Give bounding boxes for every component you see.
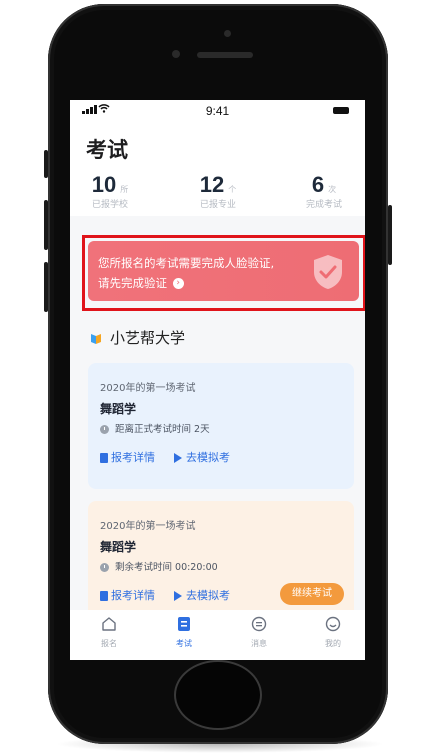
stat-label: 已报学校 [91, 200, 128, 210]
exam-subject: 舞蹈学 [100, 540, 137, 554]
phone-camera [172, 50, 180, 58]
tab-profile[interactable]: 我的 [308, 616, 358, 649]
exam-details-link[interactable]: 报考详情 [100, 449, 155, 465]
tab-exam[interactable]: 考试 [159, 616, 209, 649]
phone-volume-up [44, 200, 48, 250]
exam-time-text: 距离正式考试时间 2天 [115, 424, 210, 435]
alert-line1: 您所报名的考试需要完成人脸验证, [98, 256, 275, 270]
phone-home-button[interactable] [174, 660, 262, 730]
stat-majors[interactable]: 12 个 已报专业 [178, 172, 258, 210]
exam-icon [178, 617, 190, 631]
play-icon [174, 453, 182, 463]
phone-speaker [197, 52, 253, 58]
stat-unit: 次 [328, 185, 337, 194]
tab-bar: 报名 考试 消息 我的 [70, 610, 365, 660]
shield-check-icon [314, 255, 342, 289]
tab-label: 考试 [176, 639, 192, 648]
tab-messages[interactable]: 消息 [234, 616, 284, 649]
continue-exam-button[interactable]: 继续考试 [280, 583, 344, 605]
tab-label: 我的 [325, 639, 341, 648]
exam-time-info: 剩余考试时间 00:20:00 [100, 559, 218, 573]
exam-title: 2020年的第一场考试 [100, 521, 196, 532]
play-icon [174, 591, 182, 601]
stat-value: 10 [91, 172, 117, 197]
stat-unit: 个 [228, 185, 237, 194]
face-verification-alert[interactable]: 您所报名的考试需要完成人脸验证, 请先完成验证 › [88, 241, 359, 301]
stat-unit: 所 [120, 185, 129, 194]
mock-label: 去模拟考 [186, 589, 230, 602]
alert-line2[interactable]: 请先完成验证 [98, 276, 167, 290]
exam-title: 2020年的第一场考试 [100, 383, 196, 394]
exam-card[interactable]: 2020年的第一场考试 舞蹈学 距离正式考试时间 2天 报考详情 去模拟考 [88, 363, 354, 489]
mock-exam-link[interactable]: 去模拟考 [174, 449, 230, 465]
document-icon [100, 591, 108, 601]
header-section: 考试 10 所 已报学校 12 个 已报专业 6次 完成考试 [70, 124, 365, 216]
document-icon [100, 453, 108, 463]
exam-details-link[interactable]: 报考详情 [100, 587, 155, 603]
battery-icon [333, 107, 349, 114]
stat-label: 完成考试 [305, 200, 342, 210]
details-label: 报考详情 [111, 589, 155, 602]
alert-text: 您所报名的考试需要完成人脸验证, 请先完成验证 › [98, 253, 274, 293]
page-title: 考试 [86, 138, 128, 162]
mock-label: 去模拟考 [186, 451, 230, 464]
tab-label: 消息 [251, 639, 267, 648]
stat-value: 12 [199, 172, 225, 197]
phone-sensor [224, 30, 231, 37]
message-icon [251, 616, 267, 632]
school-name: 小艺帮大学 [110, 329, 186, 347]
clock-icon [100, 563, 109, 572]
school-header: 小艺帮大学 [90, 327, 185, 348]
status-bar: 9:41 [70, 100, 365, 124]
details-label: 报考详情 [111, 451, 155, 464]
phone-side-button [44, 150, 48, 178]
tab-register[interactable]: 报名 [84, 616, 134, 649]
phone-volume-down [44, 262, 48, 312]
mock-exam-link[interactable]: 去模拟考 [174, 587, 230, 603]
stat-value: 6 [311, 172, 325, 197]
tab-label: 报名 [101, 639, 117, 648]
clock-icon [100, 425, 109, 434]
stat-label: 已报专业 [199, 200, 236, 210]
status-time: 9:41 [205, 104, 230, 118]
exam-time-text: 剩余考试时间 00:20:00 [115, 562, 218, 573]
school-logo-icon [91, 333, 101, 344]
exam-time-info: 距离正式考试时间 2天 [100, 421, 210, 435]
arrow-right-icon[interactable]: › [172, 278, 184, 289]
home-icon [102, 617, 116, 631]
app-screen: 9:41 考试 10 所 已报学校 12 个 已报专业 6次 完成考试 您所报名的考… [70, 100, 365, 660]
profile-icon [325, 616, 341, 632]
phone-power-button [388, 205, 392, 265]
stat-schools[interactable]: 10 所 已报学校 [70, 172, 150, 210]
stat-exams[interactable]: 6次 完成考试 [284, 172, 364, 210]
exam-subject: 舞蹈学 [100, 402, 137, 416]
